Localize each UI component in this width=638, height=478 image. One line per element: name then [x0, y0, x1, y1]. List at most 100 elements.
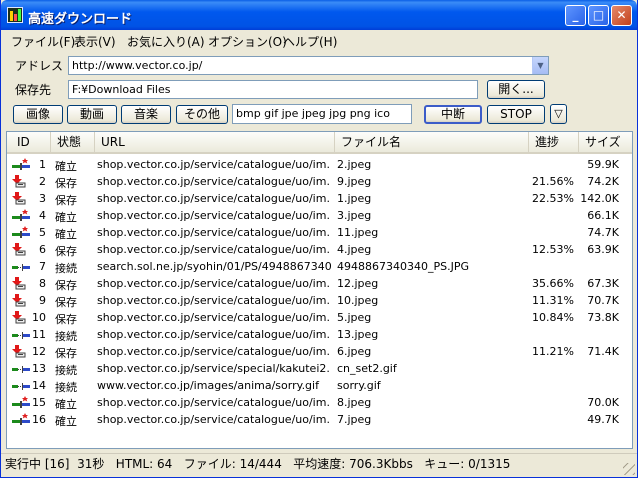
table-row[interactable]: 8 保存 shop.vector.co.jp/service/catalogue/u…	[7, 275, 632, 292]
row-filename: 4.jpeg	[337, 243, 372, 256]
table-row[interactable]: 15 確立 shop.vector.co.jp/service/catalogue/…	[7, 394, 632, 411]
row-filename: 12.jpeg	[337, 277, 379, 290]
open-folder-button[interactable]: 開く...	[487, 80, 545, 99]
table-row[interactable]: 12 保存 shop.vector.co.jp/service/catalogue/…	[7, 343, 632, 360]
minimize-button[interactable]: _	[565, 5, 586, 26]
row-filename: 7.jpeg	[337, 413, 372, 426]
table-row[interactable]: 6 保存 shop.vector.co.jp/service/catalogue/u…	[7, 241, 632, 258]
pause-button[interactable]: 中断	[424, 105, 482, 124]
window-title: 高速ダウンロード	[28, 12, 133, 27]
row-url: shop.vector.co.jp/service/catalogue/uo/i…	[97, 175, 331, 188]
menu-help[interactable]: ヘルプ(H)	[283, 33, 337, 50]
row-size: 74.2K	[587, 175, 619, 188]
col-filename[interactable]: ファイル名	[335, 132, 529, 153]
savedir-field[interactable]: F:¥Download Files	[68, 80, 478, 99]
row-filename: 2.jpeg	[337, 158, 372, 171]
connected-icon	[12, 226, 30, 239]
row-status: 確立	[55, 211, 77, 224]
row-status: 保存	[55, 177, 77, 190]
row-id: 15	[32, 396, 46, 409]
app-icon	[7, 7, 23, 23]
menu-favorites[interactable]: お気に入り(A)	[127, 33, 205, 50]
col-progress[interactable]: 進捗	[529, 132, 579, 153]
stop-button[interactable]: STOP	[487, 105, 545, 124]
table-row[interactable]: 16 確立 shop.vector.co.jp/service/catalogue/…	[7, 411, 632, 428]
saving-icon	[12, 277, 30, 290]
row-progress: 22.53%	[532, 192, 574, 205]
table-row[interactable]: 7 接続 search.sol.ne.jp/syohin/01/PS/4948867…	[7, 258, 632, 275]
chevron-down-icon[interactable]: ▼	[532, 57, 548, 74]
row-id: 6	[39, 243, 46, 256]
table-row[interactable]: 4 確立 shop.vector.co.jp/service/catalogue/u…	[7, 207, 632, 224]
address-value: http://www.vector.co.jp/	[72, 59, 203, 72]
menu-file[interactable]: ファイル(F)	[11, 33, 75, 50]
table-row[interactable]: 9 保存 shop.vector.co.jp/service/catalogue/u…	[7, 292, 632, 309]
row-size: 73.8K	[587, 311, 619, 324]
saving-icon	[12, 192, 30, 205]
table-row[interactable]: 13 接続 shop.vector.co.jp/service/special/ka…	[7, 360, 632, 377]
connecting-icon	[12, 362, 30, 375]
col-id[interactable]: ID	[7, 132, 51, 153]
close-button[interactable]: ✕	[611, 5, 632, 26]
connecting-icon	[12, 260, 30, 273]
row-status: 保存	[55, 296, 77, 309]
filter-image-button[interactable]: 画像	[13, 105, 63, 124]
table-row[interactable]: 14 接続 www.vector.co.jp/images/anima/sorry.…	[7, 377, 632, 394]
row-progress: 12.53%	[532, 243, 574, 256]
download-list[interactable]: ID 状態 URL ファイル名 進捗 サイズ 1 確立 shop.vector.co…	[6, 131, 633, 449]
dropdown-toggle-button[interactable]: ▽	[550, 104, 567, 124]
table-row[interactable]: 11 接続 shop.vector.co.jp/service/catalogue/…	[7, 326, 632, 343]
row-status: 接続	[55, 330, 77, 343]
filter-other-button[interactable]: その他	[176, 105, 228, 124]
table-row[interactable]: 5 確立 shop.vector.co.jp/service/catalogue/u…	[7, 224, 632, 241]
list-header: ID 状態 URL ファイル名 進捗 サイズ	[7, 132, 632, 154]
row-status: 接続	[55, 364, 77, 377]
connected-icon	[12, 396, 30, 409]
row-id: 12	[32, 345, 46, 358]
row-size: 142.0K	[580, 192, 619, 205]
row-id: 1	[39, 158, 46, 171]
resize-grip[interactable]	[623, 463, 635, 475]
row-progress: 35.66%	[532, 277, 574, 290]
col-url[interactable]: URL	[95, 132, 335, 153]
saving-icon	[12, 243, 30, 256]
table-row[interactable]: 2 保存 shop.vector.co.jp/service/catalogue/u…	[7, 173, 632, 190]
filter-video-button[interactable]: 動画	[67, 105, 117, 124]
row-id: 11	[32, 328, 46, 341]
row-status: 保存	[55, 313, 77, 326]
row-progress: 11.31%	[532, 294, 574, 307]
menu-options[interactable]: オプション(O)	[208, 33, 287, 50]
table-row[interactable]: 3 保存 shop.vector.co.jp/service/catalogue/u…	[7, 190, 632, 207]
col-status[interactable]: 状態	[51, 132, 95, 153]
row-url: www.vector.co.jp/images/anima/sorry.gif	[97, 379, 319, 392]
menu-view[interactable]: 表示(V)	[74, 33, 116, 50]
row-status: 保存	[55, 194, 77, 207]
row-id: 3	[39, 192, 46, 205]
row-size: 71.4K	[587, 345, 619, 358]
extensions-field[interactable]: bmp gif jpe jpeg jpg png ico	[232, 104, 412, 124]
row-size: 66.1K	[587, 209, 619, 222]
col-size[interactable]: サイズ	[579, 132, 632, 153]
row-size: 49.7K	[587, 413, 619, 426]
title-bar[interactable]: 高速ダウンロード _ □ ✕	[1, 0, 637, 30]
table-row[interactable]: 10 保存 shop.vector.co.jp/service/catalogue/…	[7, 309, 632, 326]
row-status: 確立	[55, 398, 77, 411]
address-combo[interactable]: http://www.vector.co.jp/ ▼	[68, 56, 549, 75]
row-url: shop.vector.co.jp/service/catalogue/uo/i…	[97, 328, 331, 341]
row-url: shop.vector.co.jp/service/catalogue/uo/i…	[97, 294, 331, 307]
row-url: shop.vector.co.jp/service/catalogue/uo/i…	[97, 396, 331, 409]
saving-icon	[12, 311, 30, 324]
row-id: 5	[39, 226, 46, 239]
row-filename: 5.jpeg	[337, 311, 372, 324]
row-url: shop.vector.co.jp/service/catalogue/uo/i…	[97, 192, 331, 205]
row-url: shop.vector.co.jp/service/special/kakute…	[97, 362, 331, 375]
filter-music-button[interactable]: 音楽	[121, 105, 171, 124]
row-filename: 10.jpeg	[337, 294, 379, 307]
connected-icon	[12, 158, 30, 171]
maximize-button[interactable]: □	[588, 5, 609, 26]
table-row[interactable]: 1 確立 shop.vector.co.jp/service/catalogue/u…	[7, 156, 632, 173]
row-url: shop.vector.co.jp/service/catalogue/uo/i…	[97, 311, 331, 324]
row-filename: 6.jpeg	[337, 345, 372, 358]
row-url: shop.vector.co.jp/service/catalogue/uo/i…	[97, 158, 331, 171]
saving-icon	[12, 345, 30, 358]
